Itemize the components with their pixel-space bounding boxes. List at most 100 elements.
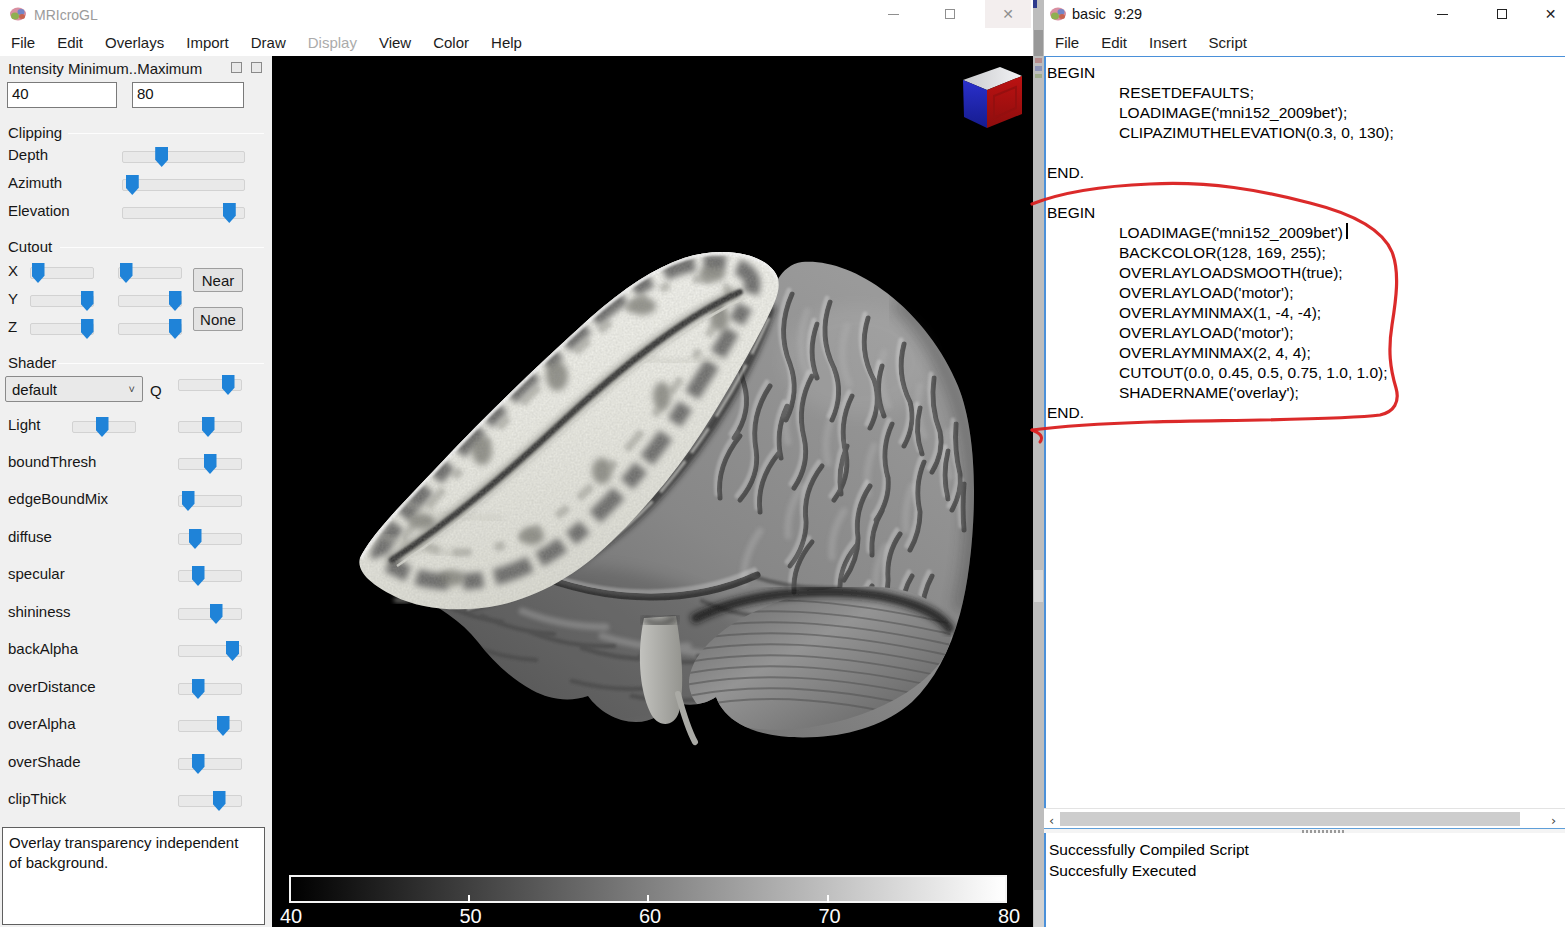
- slider-track-azimuth[interactable]: [122, 179, 245, 191]
- menu-file[interactable]: File: [0, 34, 46, 51]
- slider-handle-cutout-z-2[interactable]: [169, 319, 182, 339]
- slider-handle-cutout-z-1[interactable]: [81, 319, 94, 339]
- left-titlebar[interactable]: MRIcroGL ✕: [0, 0, 1033, 28]
- slider-handle-q[interactable]: [222, 375, 235, 395]
- left-close-button[interactable]: ✕: [985, 0, 1031, 28]
- slider-track-depth[interactable]: [122, 151, 245, 163]
- menu-insert[interactable]: Insert: [1138, 34, 1198, 51]
- right-close-button[interactable]: ✕: [1536, 0, 1565, 28]
- slider-handle-azimuth[interactable]: [126, 175, 139, 195]
- menu-edit[interactable]: Edit: [46, 34, 94, 51]
- shader-dropdown[interactable]: default˅: [5, 376, 143, 402]
- menu-file[interactable]: File: [1044, 34, 1090, 51]
- label-cutout-y: Y: [8, 290, 18, 307]
- intensity-checkbox-1[interactable]: [231, 62, 242, 73]
- slider-track-overshade[interactable]: [178, 758, 242, 770]
- slider-handle-cutout-y-1[interactable]: [81, 291, 94, 311]
- left-menubar: FileEditOverlaysImportDrawDisplayViewCol…: [0, 28, 1033, 56]
- scroll-left-arrow[interactable]: ‹: [1049, 813, 1054, 828]
- slider-handle-cutout-y-2[interactable]: [169, 291, 182, 311]
- q-label: Q: [150, 382, 162, 399]
- slider-handle-boundthresh[interactable]: [204, 454, 217, 474]
- group-line: [68, 133, 264, 134]
- app-brain-icon: [10, 7, 27, 21]
- slider-track-overalpha[interactable]: [178, 720, 242, 732]
- group-label-cutout: Cutout: [8, 238, 52, 255]
- label-elevation: Elevation: [8, 202, 70, 219]
- colorbar-tick: [827, 895, 829, 903]
- slider-handle-cutout-x-2[interactable]: [120, 263, 133, 283]
- menu-overlays[interactable]: Overlays: [94, 34, 175, 51]
- slider-handle-cutout-x-1[interactable]: [32, 263, 45, 283]
- slider-track-overdistance[interactable]: [178, 683, 242, 695]
- slider-handle-overshade[interactable]: [192, 754, 205, 774]
- script-line: [1047, 183, 1394, 203]
- right-maximize-button[interactable]: [1479, 0, 1525, 28]
- right-titlebar[interactable]: basic 9:29 ✕: [1044, 0, 1565, 28]
- group-label-shader: Shader: [8, 354, 56, 371]
- menu-view[interactable]: View: [368, 34, 422, 51]
- slider-handle-elevation[interactable]: [223, 203, 236, 223]
- none-button[interactable]: None: [193, 307, 243, 331]
- menu-script[interactable]: Script: [1198, 34, 1258, 51]
- render-viewport[interactable]: 4050607080: [272, 56, 1033, 927]
- chevron-down-icon: ˅: [129, 383, 142, 395]
- horizontal-scrollbar[interactable]: ‹ ›: [1044, 808, 1565, 828]
- slider-handle-depth[interactable]: [155, 147, 168, 167]
- label-boundthresh: boundThresh: [8, 453, 96, 470]
- intensity-max-input[interactable]: 80: [132, 82, 244, 108]
- script-editor[interactable]: BEGIN RESETDEFAULTS; LOADIMAGE('mni152_2…: [1044, 56, 1565, 808]
- script-line: OVERLAYLOAD('motor');: [1047, 283, 1394, 303]
- background-window-sliver: [1033, 0, 1044, 927]
- slider-handle-light-2[interactable]: [202, 417, 215, 437]
- slider-handle-clipthick[interactable]: [213, 791, 226, 811]
- right-minimize-button[interactable]: [1419, 0, 1465, 28]
- near-button[interactable]: Near: [193, 268, 243, 292]
- desktop: MRIcroGL ✕ FileEditOverlaysImportDrawDis…: [0, 0, 1565, 927]
- menu-draw[interactable]: Draw: [240, 34, 297, 51]
- slider-handle-overdistance[interactable]: [192, 679, 205, 699]
- slider-handle-light-1[interactable]: [96, 417, 109, 437]
- script-line: BACKCOLOR(128, 169, 255);: [1047, 243, 1394, 263]
- script-text: BEGIN RESETDEFAULTS; LOADIMAGE('mni152_2…: [1047, 63, 1394, 423]
- colorbar-tick: [647, 895, 649, 903]
- slider-handle-shininess[interactable]: [210, 604, 223, 624]
- scrollbar-thumb[interactable]: [1060, 812, 1520, 826]
- intensity-min-input[interactable]: 40: [7, 82, 117, 108]
- right-menubar: FileEditInsertScript: [1044, 28, 1565, 56]
- left-minimize-button[interactable]: [870, 0, 916, 28]
- script-line: END.: [1047, 403, 1394, 423]
- label-light: Light: [8, 416, 41, 433]
- slider-handle-overalpha[interactable]: [217, 716, 230, 736]
- script-line: OVERLAYMINMAX(1, -4, -4);: [1047, 303, 1394, 323]
- slider-track-diffuse[interactable]: [178, 533, 242, 545]
- right-window-title: basic 9:29: [1072, 6, 1142, 22]
- script-line: OVERLAYLOAD('motor');: [1047, 323, 1394, 343]
- label-clipthick: clipThick: [8, 790, 66, 807]
- brain-render: [272, 56, 1033, 927]
- label-backalpha: backAlpha: [8, 640, 78, 657]
- menu-help[interactable]: Help: [480, 34, 533, 51]
- intensity-checkbox-2[interactable]: [251, 62, 262, 73]
- script-line: RESETDEFAULTS;: [1047, 83, 1394, 103]
- menu-import[interactable]: Import: [175, 34, 240, 51]
- script-line: OVERLAYMINMAX(2, 4, 4);: [1047, 343, 1394, 363]
- slider-handle-edgeboundmix[interactable]: [182, 491, 195, 511]
- script-line: END.: [1047, 163, 1394, 183]
- script-line: BEGIN: [1047, 63, 1394, 83]
- slider-handle-specular[interactable]: [192, 566, 205, 586]
- menu-edit[interactable]: Edit: [1090, 34, 1138, 51]
- script-line: BEGIN: [1047, 203, 1394, 223]
- slider-track-clipthick[interactable]: [178, 795, 242, 807]
- slider-handle-diffuse[interactable]: [189, 529, 202, 549]
- left-maximize-button[interactable]: [927, 0, 973, 28]
- script-line: [1047, 143, 1394, 163]
- script-line: CUTOUT(0.0, 0.45, 0.5, 0.75, 1.0, 1.0);: [1047, 363, 1394, 383]
- shader-dropdown-value: default: [6, 381, 129, 398]
- scroll-right-arrow[interactable]: ›: [1551, 813, 1556, 828]
- label-overalpha: overAlpha: [8, 715, 76, 732]
- menu-color[interactable]: Color: [422, 34, 480, 51]
- colorbar-label: 60: [635, 905, 665, 927]
- slider-handle-backalpha[interactable]: [226, 641, 239, 661]
- slider-track-specular[interactable]: [178, 570, 242, 582]
